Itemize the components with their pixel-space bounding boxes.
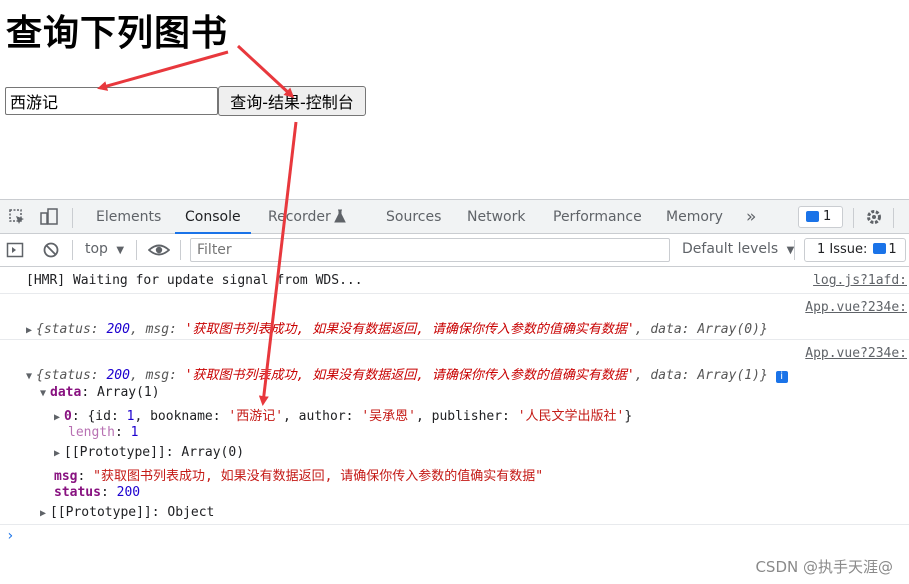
source-link[interactable]: log.js?1afd:: [813, 273, 907, 288]
issues-label: 1 Issue:: [817, 242, 868, 257]
log-levels-dropdown[interactable]: Default levels ▼: [682, 241, 794, 257]
source-link[interactable]: App.vue?234e:: [805, 300, 907, 315]
separator: [853, 208, 854, 228]
expand-arrow-icon: ▶: [54, 412, 61, 423]
tab-elements[interactable]: Elements: [96, 200, 161, 234]
console-prompt-icon[interactable]: ›: [6, 528, 14, 544]
console-output: [HMR] Waiting for update signal from WDS…: [0, 267, 909, 584]
separator: [72, 240, 73, 260]
tree-row-data[interactable]: ▼ data: Array(1): [40, 385, 909, 400]
tree-row-object-prototype[interactable]: ▶ [[Prototype]]: Object: [40, 505, 909, 520]
expand-arrow-icon: ▶: [26, 325, 33, 336]
devtools-panel: Elements Console Recorder Sources Networ…: [0, 199, 909, 584]
flask-icon: [334, 209, 346, 223]
eye-icon[interactable]: [148, 241, 170, 259]
clear-console-icon[interactable]: [42, 241, 60, 259]
sidebar-toggle-icon[interactable]: [6, 241, 24, 259]
divider: [0, 524, 909, 525]
collapse-arrow-icon: ▼: [26, 371, 33, 382]
separator: [72, 208, 73, 228]
chevron-down-icon: ▼: [116, 245, 125, 256]
tree-row-item-0[interactable]: ▶ 0: {id: 1, bookname: '西游记', author: '吴承…: [54, 405, 909, 424]
context-selector[interactable]: top ▼: [85, 241, 124, 257]
messages-count: 1: [823, 209, 832, 224]
context-label: top: [85, 241, 108, 257]
tree-row-array-prototype[interactable]: ▶ [[Prototype]]: Array(0): [54, 445, 909, 460]
source-link[interactable]: App.vue?234e:: [805, 346, 907, 361]
query-button[interactable]: 查询-结果-控制台: [218, 86, 366, 116]
inspect-element-icon[interactable]: [8, 208, 26, 226]
tab-performance[interactable]: Performance: [553, 200, 642, 234]
separator: [136, 240, 137, 260]
divider: [0, 339, 909, 340]
collapse-arrow-icon: ▼: [40, 388, 47, 399]
separator: [180, 240, 181, 260]
issue-icon: [873, 243, 887, 254]
console-message-hmr: [HMR] Waiting for update signal from WDS…: [26, 273, 363, 288]
expand-arrow-icon: ▶: [40, 508, 47, 519]
tab-sources[interactable]: Sources: [386, 200, 441, 234]
watermark: CSDN @执手天涯@: [755, 558, 893, 576]
tab-console[interactable]: Console: [175, 200, 251, 234]
separator: [794, 240, 795, 260]
device-toolbar-icon[interactable]: [40, 208, 58, 226]
more-tabs-icon[interactable]: »: [746, 200, 756, 234]
gear-icon[interactable]: [865, 208, 883, 226]
filter-input[interactable]: [190, 238, 670, 262]
tab-memory[interactable]: Memory: [666, 200, 723, 234]
levels-label: Default levels: [682, 241, 779, 257]
devtools-tabbar: Elements Console Recorder Sources Networ…: [0, 199, 909, 234]
book-name-input[interactable]: [5, 87, 218, 115]
info-icon[interactable]: i: [775, 371, 788, 383]
page-title: 查询下列图书: [6, 13, 229, 54]
messages-badge[interactable]: 1: [798, 206, 843, 228]
console-filterbar: top ▼ Default levels ▼ 1 Issue: 1: [0, 234, 909, 267]
separator: [893, 208, 894, 228]
tab-network[interactable]: Network: [467, 200, 525, 234]
message-icon: [806, 211, 819, 222]
tab-recorder[interactable]: Recorder: [268, 200, 331, 234]
tree-row-msg: msg: "获取图书列表成功, 如果没有数据返回, 请确保你传入参数的值确实有数…: [54, 469, 544, 484]
divider: [0, 293, 909, 294]
tree-row-length: length: 1: [68, 425, 139, 440]
issues-count: 1: [888, 242, 897, 257]
tree-row-status: status: 200: [54, 485, 141, 500]
console-object-collapsed[interactable]: ▶ {status: 200, msg: '获取图书列表成功, 如果没有数据返回,…: [26, 318, 909, 337]
console-object-expanded[interactable]: ▼ {status: 200, msg: '获取图书列表成功, 如果没有数据返回,…: [26, 364, 909, 383]
expand-arrow-icon: ▶: [54, 448, 61, 459]
issues-button[interactable]: 1 Issue: 1: [804, 238, 906, 262]
